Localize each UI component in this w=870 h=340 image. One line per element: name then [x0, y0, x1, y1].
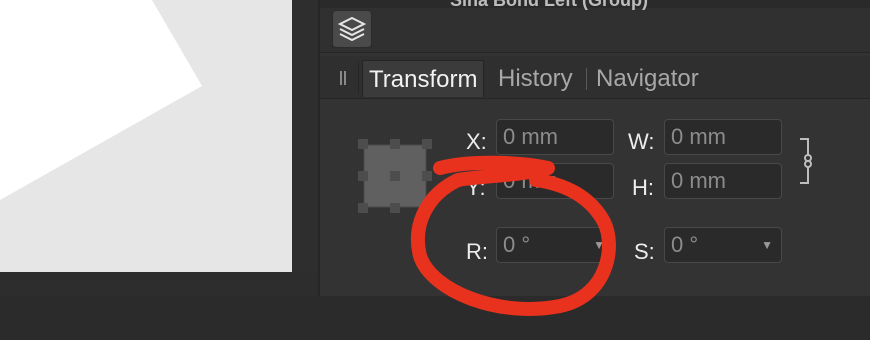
x-position-field[interactable]: 0 mm — [496, 119, 614, 155]
w-label: W: — [628, 129, 655, 154]
h-value: 0 mm — [671, 168, 726, 193]
tab-transform[interactable]: Transform — [362, 60, 485, 97]
y-value: 0 mm — [503, 168, 558, 193]
aspect-ratio-link-icon[interactable] — [798, 137, 814, 190]
transform-anchor-icon[interactable] — [358, 139, 432, 213]
tab-navigator[interactable]: Navigator — [590, 60, 705, 96]
panel-grip-handle[interactable] — [328, 62, 359, 94]
layers-stack-icon[interactable] — [332, 10, 372, 48]
y-label: Y: — [466, 175, 486, 200]
y-position-field[interactable]: 0 mm — [496, 163, 614, 199]
studio-panel: Sina Bond Left (Group) Transform History… — [318, 0, 870, 296]
layer-name-cropped: Sina Bond Left (Group) — [450, 0, 648, 10]
chevron-down-icon[interactable]: ▼ — [761, 228, 773, 262]
document-canvas[interactable] — [0, 0, 292, 272]
chevron-down-icon[interactable]: ▼ — [593, 228, 605, 262]
top-strip: Sina Bond Left (Group) — [320, 0, 870, 10]
layers-panel-header: Sina Bond Left (Group) — [320, 0, 870, 53]
rotation-field[interactable]: 0 ° ▼ — [496, 227, 614, 263]
shear-field[interactable]: 0 ° ▼ — [664, 227, 782, 263]
r-label: R: — [466, 239, 488, 264]
r-value: 0 ° — [503, 232, 531, 257]
s-label: S: — [634, 239, 655, 264]
canvas-divider — [292, 0, 318, 296]
tab-separator — [586, 68, 587, 90]
h-label: H: — [632, 175, 654, 200]
x-value: 0 mm — [503, 124, 558, 149]
x-label: X: — [466, 129, 487, 154]
height-field[interactable]: 0 mm — [664, 163, 782, 199]
transform-panel: X: 0 mm W: 0 mm Y: 0 mm H: 0 mm R: 0 ° ▼… — [320, 99, 870, 296]
w-value: 0 mm — [671, 124, 726, 149]
s-value: 0 ° — [671, 232, 699, 257]
width-field[interactable]: 0 mm — [664, 119, 782, 155]
canvas-page-shape — [0, 0, 202, 200]
panel-tab-bar: Transform History Navigator — [320, 56, 870, 99]
tab-history[interactable]: History — [492, 60, 579, 96]
canvas-status-strip — [0, 272, 318, 296]
